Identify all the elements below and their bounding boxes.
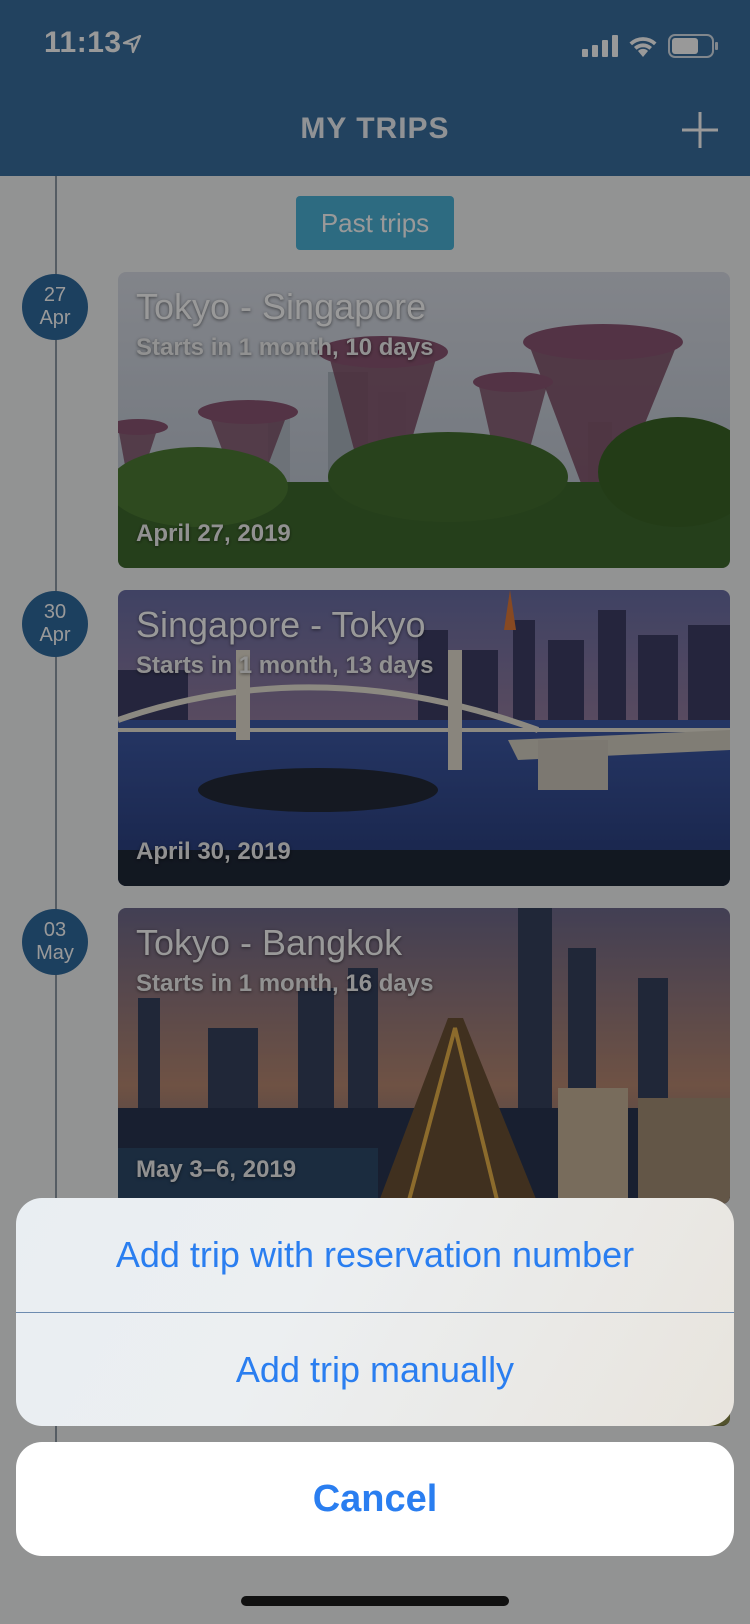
add-trip-reservation-button[interactable]: Add trip with reservation number — [16, 1198, 734, 1312]
cancel-button[interactable]: Cancel — [16, 1442, 734, 1556]
action-sheet: Add trip with reservation number Add tri… — [16, 1198, 734, 1426]
home-indicator — [241, 1596, 509, 1606]
add-trip-manually-button[interactable]: Add trip manually — [16, 1313, 734, 1426]
